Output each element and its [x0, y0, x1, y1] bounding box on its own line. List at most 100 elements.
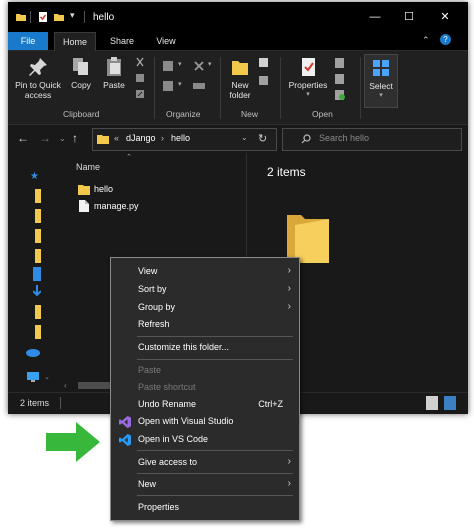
details-view-icon[interactable]	[426, 396, 438, 410]
menu-item-label: Group by	[138, 302, 176, 312]
copy-button[interactable]: Copy	[68, 56, 94, 90]
close-button[interactable]: ✕	[430, 6, 460, 28]
minimize-button[interactable]: —	[360, 6, 390, 28]
address-dropdown-icon[interactable]: ⌄	[241, 133, 248, 142]
breadcrumb-separator-icon: ›	[161, 133, 164, 143]
menu-item-label: Open in VS Code	[138, 434, 209, 444]
nav-folder-icon[interactable]	[35, 189, 41, 203]
nav-folder-icon[interactable]	[35, 249, 41, 263]
menu-item-properties[interactable]: Properties	[111, 499, 299, 516]
select-button[interactable]: Select ▾	[364, 54, 398, 108]
address-box[interactable]: « dJango › hello ⌄ ↻	[92, 128, 277, 151]
menu-item-group-by[interactable]: Group by ›	[111, 299, 299, 316]
quick-access-star-icon[interactable]: ★	[30, 171, 39, 182]
easy-access-icon[interactable]	[258, 75, 270, 87]
back-arrow-icon[interactable]: ←	[17, 131, 29, 145]
menu-item-open-with-visual-studio[interactable]: Open with Visual Studio	[111, 413, 299, 430]
new-folder-quick-icon[interactable]	[54, 12, 64, 22]
menu-item-customize-folder[interactable]: Customize this folder...	[111, 339, 299, 356]
history-icon[interactable]	[334, 89, 346, 101]
cut-icon[interactable]	[135, 57, 145, 67]
open-icon[interactable]	[334, 57, 346, 69]
nav-folder-icon[interactable]	[35, 209, 41, 223]
tab-share[interactable]: Share	[102, 32, 142, 50]
select-label: Select	[369, 81, 393, 91]
file-icon	[79, 200, 89, 212]
help-icon[interactable]: ?	[440, 34, 451, 45]
copy-to-icon[interactable]	[162, 79, 176, 93]
large-icons-view-icon[interactable]	[444, 396, 456, 410]
menu-separator	[137, 336, 293, 337]
recent-locations-icon[interactable]: ⌄	[59, 134, 66, 143]
tab-view[interactable]: View	[146, 32, 186, 50]
properties-dropdown-icon: ▾	[306, 91, 310, 98]
copy-label: Copy	[71, 80, 91, 90]
tab-home[interactable]: Home	[54, 32, 96, 51]
new-folder-label-line1: New	[231, 80, 249, 90]
copy-path-icon[interactable]	[135, 73, 145, 83]
select-dropdown-icon: ▾	[379, 92, 383, 99]
scroll-left-icon[interactable]: ‹	[64, 381, 67, 390]
delete-dropdown-icon[interactable]: ▾	[208, 60, 212, 68]
menu-item-label: Customize this folder...	[138, 342, 230, 352]
menu-item-sort-by[interactable]: Sort by ›	[111, 281, 299, 298]
paste-button[interactable]: Paste	[100, 56, 128, 90]
list-item[interactable]: hello	[78, 183, 198, 197]
list-item[interactable]: manage.py	[78, 200, 198, 214]
breadcrumb-overflow[interactable]: «	[114, 133, 119, 143]
nav-scroll-down-icon[interactable]: ⌄	[44, 373, 50, 381]
ribbon-expand-icon[interactable]: ⌃	[422, 35, 430, 46]
search-box[interactable]: Search hello	[282, 128, 462, 151]
edit-icon[interactable]	[334, 73, 346, 85]
select-icon	[373, 60, 389, 76]
rename-icon[interactable]	[192, 79, 206, 93]
menu-item-open-in-vs-code[interactable]: Open in VS Code	[111, 431, 299, 448]
maximize-button[interactable]: ☐	[394, 6, 424, 28]
tab-file[interactable]: File	[8, 32, 48, 50]
copy-to-dropdown-icon[interactable]: ▾	[178, 80, 182, 88]
status-divider	[60, 397, 61, 409]
new-folder-button[interactable]: New folder	[224, 56, 256, 100]
title-bar: ▾ hello — ☐ ✕	[8, 2, 468, 32]
properties-check-icon[interactable]	[38, 12, 48, 22]
properties-button[interactable]: Properties ▾	[286, 56, 330, 100]
pin-to-quick-access-button[interactable]: Pin to Quick access	[12, 56, 64, 100]
ribbon-tabs: File Home Share View ⌃ ?	[8, 32, 468, 51]
search-placeholder: Search hello	[319, 133, 370, 143]
onedrive-icon[interactable]	[26, 347, 40, 357]
nav-folder-icon[interactable]	[35, 229, 41, 243]
breadcrumb-django[interactable]: dJango	[126, 133, 156, 143]
group-clipboard-label: Clipboard	[63, 109, 100, 119]
delete-icon[interactable]	[192, 59, 206, 73]
folder-icon	[16, 14, 26, 21]
nav-folder-icon[interactable]	[35, 305, 41, 319]
paste-shortcut-icon[interactable]	[135, 89, 145, 99]
move-to-icon[interactable]	[162, 59, 176, 73]
menu-item-undo-rename[interactable]: Undo Rename Ctrl+Z	[111, 396, 299, 413]
properties-label: Properties	[288, 80, 328, 90]
up-arrow-icon[interactable]: ↑	[72, 131, 78, 145]
customize-quick-access-icon[interactable]: ▾	[70, 10, 80, 20]
pin-icon	[29, 58, 47, 76]
move-to-dropdown-icon[interactable]: ▾	[178, 60, 182, 68]
menu-item-label: New	[138, 479, 157, 489]
menu-item-give-access-to[interactable]: Give access to ›	[111, 454, 299, 471]
nav-library-icon[interactable]	[33, 267, 41, 281]
window-title: hello	[93, 12, 115, 23]
menu-item-paste-shortcut: Paste shortcut	[111, 379, 299, 396]
column-header-name[interactable]: Name	[76, 162, 100, 172]
status-items-count: 2 items	[20, 398, 50, 408]
breadcrumb-hello[interactable]: hello	[171, 133, 190, 143]
nav-folder-icon[interactable]	[35, 325, 41, 339]
this-pc-icon[interactable]	[26, 371, 40, 383]
new-item-icon[interactable]	[258, 57, 270, 69]
refresh-icon[interactable]: ↻	[258, 132, 267, 145]
menu-item-label: Refresh	[138, 319, 170, 329]
menu-item-shortcut: Ctrl+Z	[258, 399, 283, 409]
nav-downloads-icon[interactable]	[33, 285, 41, 299]
file-name: hello	[94, 184, 114, 194]
menu-item-refresh[interactable]: Refresh	[111, 316, 299, 333]
menu-item-new[interactable]: New ›	[111, 476, 299, 493]
forward-arrow-icon[interactable]: →	[39, 131, 51, 145]
menu-item-view[interactable]: View ›	[111, 263, 299, 280]
